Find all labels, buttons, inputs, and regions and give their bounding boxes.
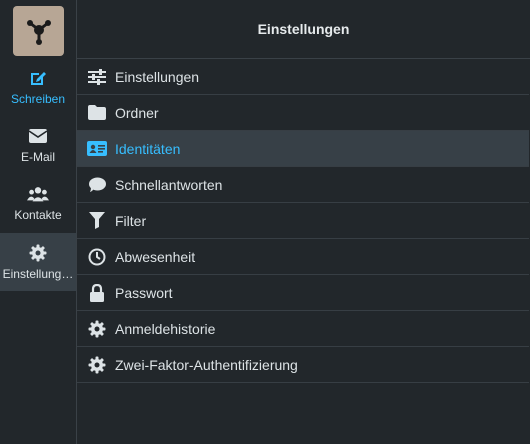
settings-item-label: Identitäten [115, 140, 181, 157]
nav-settings[interactable]: Einstellung… [0, 233, 76, 291]
folder-icon [87, 103, 107, 123]
settings-item-label: Ordner [115, 104, 159, 121]
compose-icon [27, 67, 49, 89]
envelope-icon [27, 125, 49, 147]
settings-item-label: Schnellantworten [115, 176, 223, 193]
nav-contacts-label: Kontakte [14, 208, 62, 222]
nav-contacts[interactable]: Kontakte [0, 174, 76, 232]
main-nav: Schreiben E-Mail Kontakte Einstellung… [0, 0, 77, 444]
settings-item-label: Anmeldehistorie [115, 320, 216, 337]
settings-item-label: Passwort [115, 284, 173, 301]
settings-item-label: Filter [115, 212, 147, 229]
settings-list: Einstellungen Ordner Identitäten Schnell… [77, 59, 529, 383]
gear-icon [87, 355, 107, 375]
speech-bubble-icon [87, 175, 107, 195]
settings-item-label: Einstellungen [115, 68, 200, 85]
gear-icon [87, 319, 107, 339]
panel-title: Einstellungen [77, 0, 530, 59]
contacts-icon [27, 183, 49, 205]
app-window: Schreiben E-Mail Kontakte Einstellung… E… [0, 0, 530, 444]
app-logo-icon[interactable] [13, 6, 64, 56]
sliders-icon [87, 67, 107, 87]
settings-item-ordner[interactable]: Ordner [77, 95, 529, 131]
gear-icon [27, 242, 49, 264]
clock-icon [87, 247, 107, 267]
settings-item-einstellungen[interactable]: Einstellungen [77, 59, 529, 95]
nav-compose-label: Schreiben [10, 92, 66, 106]
settings-item-abwesenheit[interactable]: Abwesenheit [77, 239, 529, 275]
funnel-icon [87, 211, 107, 231]
settings-item-schnellantworten[interactable]: Schnellantworten [77, 167, 529, 203]
settings-panel: Einstellungen Einstellungen Ordner Ident… [77, 0, 530, 444]
nav-mail[interactable]: E-Mail [0, 116, 76, 174]
nav-settings-label: Einstellung… [2, 267, 74, 281]
settings-item-label: Zwei-Faktor-Authentifizierung [115, 356, 298, 373]
id-card-icon [87, 139, 107, 159]
settings-item-label: Abwesenheit [115, 248, 196, 265]
settings-item-anmeldehistorie[interactable]: Anmeldehistorie [77, 311, 529, 347]
settings-item-identitaeten[interactable]: Identitäten [77, 131, 529, 167]
nav-compose[interactable]: Schreiben [0, 58, 76, 116]
settings-item-two-factor[interactable]: Zwei-Faktor-Authentifizierung [77, 347, 529, 383]
settings-item-filter[interactable]: Filter [77, 203, 529, 239]
nav-mail-label: E-Mail [20, 150, 55, 164]
lock-icon [87, 283, 107, 303]
settings-item-passwort[interactable]: Passwort [77, 275, 529, 311]
